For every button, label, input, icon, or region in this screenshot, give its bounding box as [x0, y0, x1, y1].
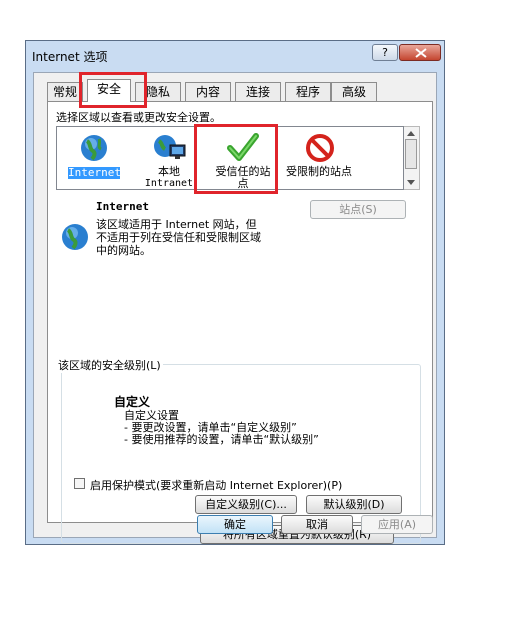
zone-internet[interactable]: Internet	[63, 131, 125, 187]
security-level-group-label: 该区域的安全级别(L)	[56, 357, 163, 373]
selected-zone-desc-3: 中的网站。	[96, 244, 151, 257]
dialog-client: 常规 安全 隐私 内容 连接 程序 高级 选择区域以查看或更改安全设置。 Int…	[33, 72, 437, 544]
local-intranet-icon	[154, 135, 186, 159]
selected-zone-desc-2: 不适用于列在受信任和受限制区域	[96, 231, 261, 244]
restricted-sites-icon	[306, 134, 334, 162]
trusted-sites-highlight	[194, 124, 278, 194]
level-desc-3: - 要使用推荐的设置，请单击“默认级别”	[124, 433, 319, 446]
zone-local-intranet-label-1: 本地	[158, 165, 180, 178]
zone-restricted-sites[interactable]: 受限制的站点	[283, 131, 355, 187]
selected-zone-desc-1: 该区域适用于 Internet 网站，但	[96, 218, 257, 231]
ok-button[interactable]: 确定	[197, 515, 273, 534]
custom-level-button[interactable]: 自定义级别(C)...	[195, 495, 297, 514]
scrollbar-thumb[interactable]	[405, 139, 417, 169]
apply-button[interactable]: 应用(A)	[361, 515, 433, 534]
zone-list-scrollbar[interactable]	[404, 126, 420, 190]
sites-button[interactable]: 站点(S)	[310, 200, 406, 219]
zone-prompt: 选择区域以查看或更改安全设置。	[56, 111, 221, 124]
zone-local-intranet-label-2: Intranet	[144, 178, 194, 189]
internet-options-window: Internet 选项 ? 常规 安全 隐私 内容 连接 程序 高级 选择区域以…	[25, 40, 445, 545]
tab-advanced[interactable]: 高级	[331, 82, 377, 101]
help-button[interactable]: ?	[372, 44, 398, 61]
protected-mode-checkbox[interactable]	[74, 478, 85, 489]
tab-connections[interactable]: 连接	[235, 82, 281, 101]
security-tab-highlight	[79, 72, 147, 108]
globe-icon	[81, 135, 107, 161]
selected-zone-name: Internet	[96, 200, 149, 213]
protected-mode-label[interactable]: 启用保护模式(要求重新启动 Internet Explorer)(P)	[90, 477, 342, 493]
level-title: 自定义	[114, 395, 151, 409]
tab-general[interactable]: 常规	[47, 82, 83, 101]
zone-local-intranet[interactable]: 本地 Intranet	[137, 131, 201, 189]
close-icon	[415, 48, 427, 58]
tab-programs[interactable]: 程序	[285, 82, 331, 101]
selected-zone-globe-icon	[62, 224, 88, 250]
close-button[interactable]	[399, 44, 441, 61]
zone-restricted-sites-label: 受限制的站点	[286, 165, 352, 178]
zone-internet-label: Internet	[68, 166, 121, 179]
scroll-up-arrow-icon	[407, 131, 415, 136]
cancel-button[interactable]: 取消	[281, 515, 353, 534]
default-level-button[interactable]: 默认级别(D)	[306, 495, 402, 514]
security-panel: 选择区域以查看或更改安全设置。 Internet 本地 Intranet 受信任…	[47, 101, 433, 544]
window-title: Internet 选项	[32, 50, 108, 64]
scroll-down-arrow-icon	[407, 180, 415, 185]
tab-content[interactable]: 内容	[185, 82, 231, 101]
